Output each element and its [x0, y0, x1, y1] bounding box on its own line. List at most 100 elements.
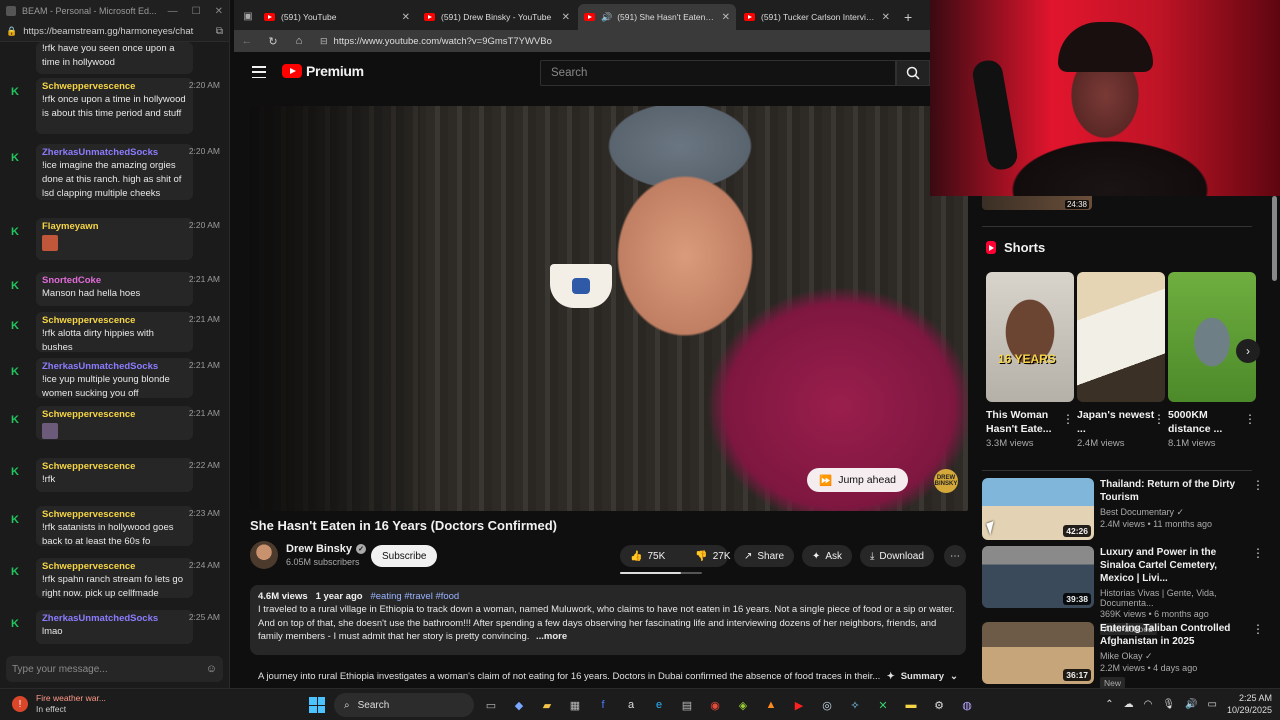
- close-tab-icon[interactable]: ✕: [882, 12, 890, 23]
- refresh-icon[interactable]: ↻: [266, 35, 280, 48]
- short-title[interactable]: This Woman Hasn't Eate...: [986, 408, 1064, 436]
- more-vert-icon[interactable]: ⋮: [1252, 478, 1264, 492]
- chat-message-input[interactable]: [12, 663, 206, 675]
- clock[interactable]: 2:25 AM 10/29/2025: [1227, 692, 1272, 716]
- share-button[interactable]: ↗ Share: [734, 545, 795, 567]
- chat-message-list[interactable]: !rfk have you seen once upon a time in h…: [0, 42, 229, 652]
- jump-ahead-button[interactable]: ⏩ Jump ahead: [807, 468, 908, 492]
- video-thumbnail[interactable]: 39:38: [982, 546, 1094, 608]
- cloud-icon[interactable]: ☁: [1124, 699, 1134, 710]
- show-more-link[interactable]: ...more: [536, 631, 567, 642]
- more-vert-icon[interactable]: ⋮: [1252, 546, 1264, 560]
- close-tab-icon[interactable]: ✕: [722, 12, 730, 23]
- channel-name[interactable]: Best Documentary: [1100, 507, 1174, 517]
- edge-icon[interactable]: e: [648, 694, 670, 716]
- amazon-icon[interactable]: a: [620, 694, 642, 716]
- ask-button[interactable]: ✦ Ask: [802, 545, 853, 567]
- copilot-icon[interactable]: ◆: [508, 694, 530, 716]
- video-title[interactable]: Thailand: Return of the Dirty Tourism: [1100, 478, 1250, 504]
- more-vert-icon[interactable]: ⋮: [1062, 412, 1074, 426]
- site-info-icon[interactable]: ⊟: [320, 36, 328, 46]
- chrome-icon[interactable]: ◉: [704, 694, 726, 716]
- subscribe-button[interactable]: Subscribe: [371, 545, 438, 567]
- description-box[interactable]: 4.6M views 1 year ago #eating #travel #f…: [250, 585, 966, 655]
- store-icon[interactable]: ▦: [564, 694, 586, 716]
- popout-icon[interactable]: ⧉: [216, 26, 223, 37]
- vlc-icon[interactable]: ▲: [760, 694, 782, 716]
- summary-button[interactable]: ✦ Summary ⌄: [887, 671, 958, 682]
- more-actions-button[interactable]: ⋯: [944, 545, 966, 567]
- recommended-video[interactable]: 39:38 Luxury and Power in the Sinaloa Ca…: [982, 546, 1264, 635]
- channel-avatar[interactable]: [250, 541, 278, 569]
- youtube-icon[interactable]: ▶: [788, 694, 810, 716]
- close-tab-icon[interactable]: ✕: [562, 12, 570, 23]
- maximize-icon[interactable]: ☐: [192, 6, 201, 17]
- xbox-icon[interactable]: ✕: [872, 694, 894, 716]
- like-button[interactable]: 👍 75K: [620, 545, 675, 567]
- chat-username[interactable]: Schweppervescence: [42, 315, 187, 327]
- close-tab-icon[interactable]: ✕: [402, 12, 410, 23]
- video-thumbnail[interactable]: 42:26: [982, 478, 1094, 540]
- video-title[interactable]: Entering Taliban Controlled Afghanistan …: [1100, 622, 1250, 648]
- close-icon[interactable]: ✕: [215, 6, 223, 17]
- tab-tucker-carlson[interactable]: (591) Tucker Carlson Interviews N ✕: [738, 4, 896, 30]
- short-card[interactable]: 16 YEARS This Woman Hasn't Eate... 3.3M …: [986, 272, 1074, 449]
- chat-username[interactable]: Schweppervescence: [42, 561, 187, 573]
- wifi-icon[interactable]: ◠: [1144, 699, 1153, 710]
- address-bar[interactable]: ⊟ https://www.youtube.com/watch?v=9GmsT7Y…: [320, 36, 552, 47]
- mic-icon[interactable]: 🎙: [1162, 699, 1175, 710]
- short-title[interactable]: 5000KM distance ...: [1168, 408, 1246, 436]
- short-thumbnail[interactable]: [1077, 272, 1165, 402]
- minimize-icon[interactable]: —: [168, 6, 178, 17]
- chat-username[interactable]: Schweppervescence: [42, 461, 187, 473]
- dislike-button[interactable]: 👎 27K: [685, 545, 740, 567]
- channel-watermark[interactable]: DREW BINSKY: [934, 469, 958, 493]
- volume-icon[interactable]: 🔊: [1185, 699, 1197, 710]
- task-view-icon[interactable]: ▭: [480, 694, 502, 716]
- channel-name[interactable]: Drew Binsky: [286, 543, 352, 555]
- more-vert-icon[interactable]: ⋮: [1244, 412, 1256, 426]
- channel-name[interactable]: Historias Vivas | Gente, Vida, Documenta…: [1100, 588, 1250, 608]
- short-thumbnail[interactable]: [1168, 272, 1256, 402]
- tab-current-video[interactable]: 🔊 (591) She Hasn't Eaten in 16 ✕: [578, 4, 736, 30]
- start-button[interactable]: [306, 694, 328, 716]
- tab-youtube-home[interactable]: (591) YouTube ✕: [258, 4, 416, 30]
- chat-input-box[interactable]: ☺: [6, 656, 223, 682]
- recommended-video[interactable]: 36:17 Entering Taliban Controlled Afghan…: [982, 622, 1264, 689]
- speaker-icon[interactable]: 🔊: [601, 12, 612, 23]
- more-vert-icon[interactable]: ⋮: [1252, 622, 1264, 636]
- recommended-video[interactable]: 42:26 Thailand: Return of the Dirty Tour…: [982, 478, 1264, 540]
- search-input[interactable]: [551, 67, 885, 79]
- back-icon[interactable]: ←: [240, 35, 254, 47]
- chat-username[interactable]: Schweppervescence: [42, 509, 187, 521]
- short-title[interactable]: Japan's newest ...: [1077, 408, 1155, 436]
- chat-username[interactable]: Flaymeyawn: [42, 221, 187, 233]
- emoji-icon[interactable]: ☺: [206, 663, 217, 675]
- tab-drew-binsky[interactable]: (591) Drew Binsky - YouTube ✕: [418, 4, 576, 30]
- chat-username[interactable]: Schweppervescence: [42, 409, 187, 421]
- chat-username[interactable]: ZherkasUnmatchedSocks: [42, 613, 187, 625]
- chat-address-bar[interactable]: 🔒 https://beamstream.gg/harmoneyes/chat …: [0, 22, 229, 42]
- new-tab-button[interactable]: +: [904, 9, 912, 25]
- obs-icon[interactable]: ◍: [956, 694, 978, 716]
- youtube-logo[interactable]: Premium: [282, 63, 364, 79]
- menu-icon[interactable]: [252, 66, 266, 78]
- notes-icon[interactable]: ▬: [900, 694, 922, 716]
- video-thumbnail[interactable]: 36:17: [982, 622, 1094, 684]
- battery-icon[interactable]: ▭: [1208, 699, 1217, 710]
- channel-name[interactable]: Mike Okay: [1100, 651, 1143, 661]
- settings-icon[interactable]: ⚙: [928, 694, 950, 716]
- search-button[interactable]: [896, 60, 930, 86]
- short-thumbnail[interactable]: 16 YEARS: [986, 272, 1074, 402]
- page-scrollbar[interactable]: [1272, 196, 1277, 281]
- chat-username[interactable]: ZherkasUnmatchedSocks: [42, 147, 187, 159]
- download-button[interactable]: ⤓ Download: [860, 545, 934, 567]
- chat-username[interactable]: ZherkasUnmatchedSocks: [42, 361, 187, 373]
- chat-username[interactable]: SnortedCoke: [42, 275, 187, 287]
- chevron-up-icon[interactable]: ⌃: [1105, 699, 1113, 710]
- weather-widget[interactable]: ! Fire weather war... In effect: [12, 693, 106, 715]
- facebook-icon[interactable]: f: [592, 694, 614, 716]
- taskbar-search[interactable]: ⌕ Search: [334, 693, 474, 717]
- video-player[interactable]: ⏩ Jump ahead DREW BINSKY: [250, 106, 968, 511]
- calculator-icon[interactable]: ▤: [676, 694, 698, 716]
